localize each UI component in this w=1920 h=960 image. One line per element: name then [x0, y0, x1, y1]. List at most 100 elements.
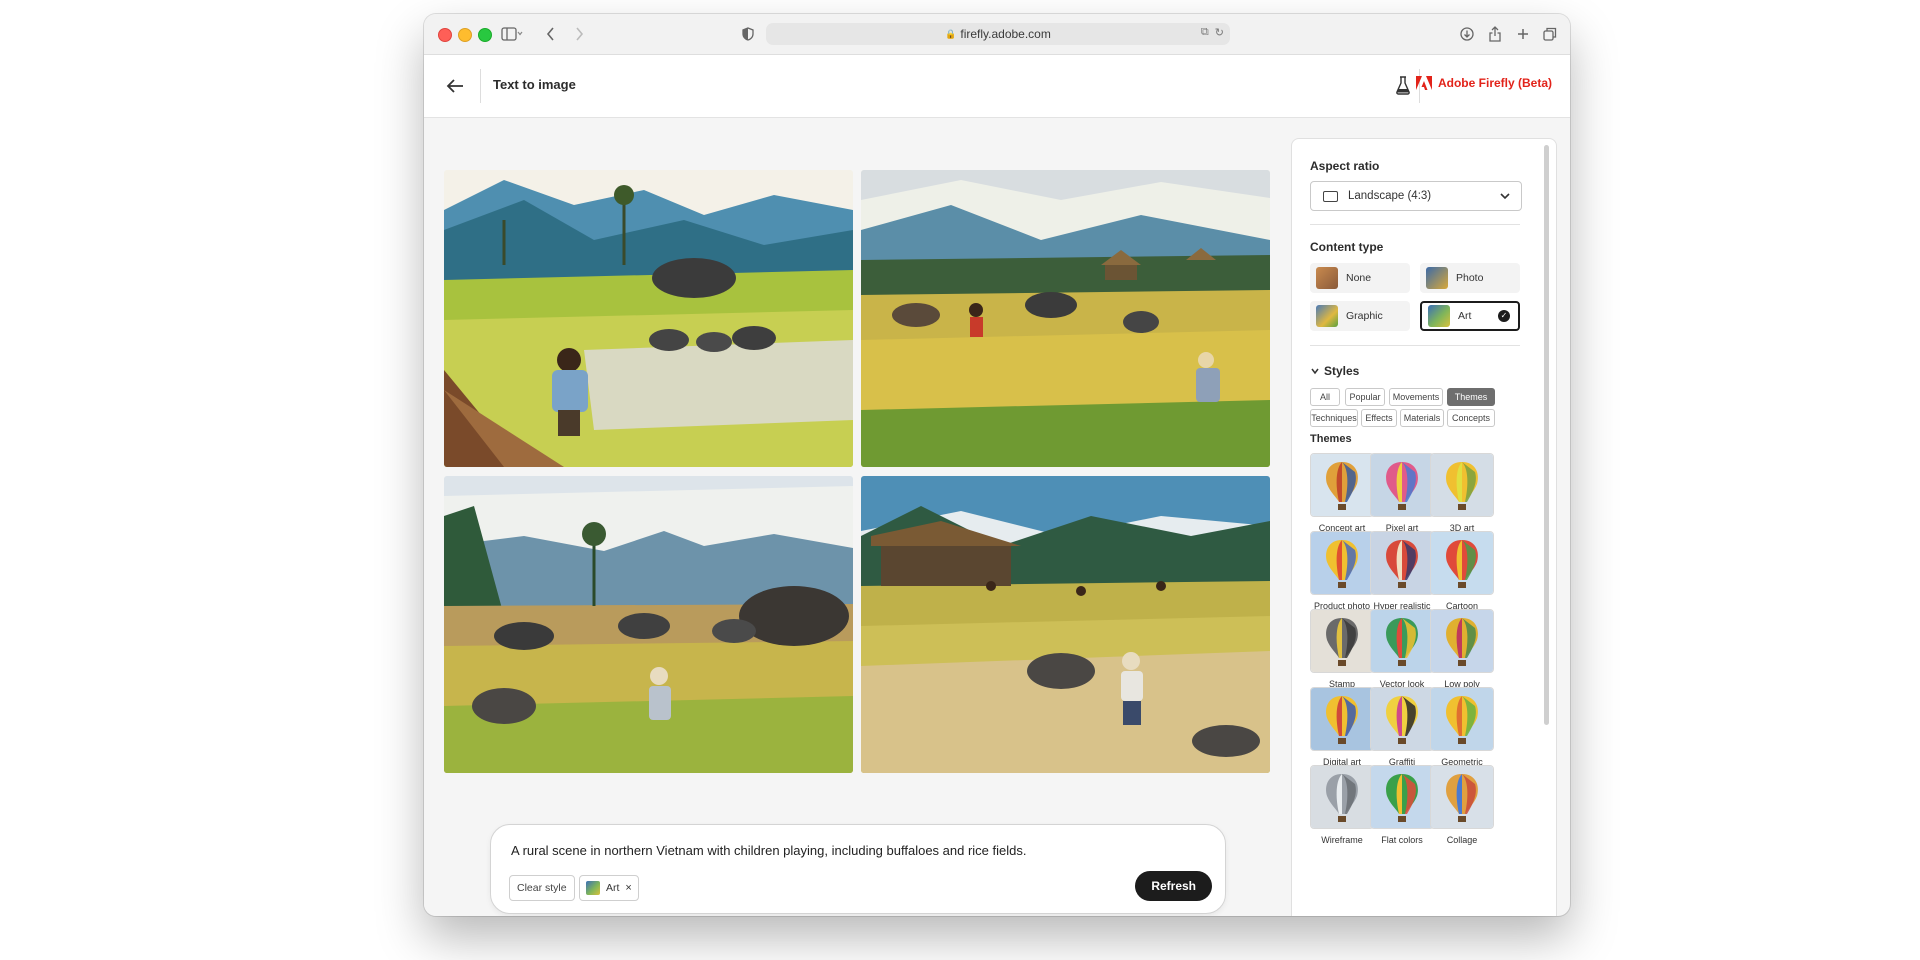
lock-icon: 🔒: [945, 28, 957, 39]
adobe-firefly-brand[interactable]: Adobe Firefly (Beta): [1415, 76, 1552, 90]
graphic-thumbnail: [1316, 305, 1338, 327]
style-filter-all[interactable]: All: [1310, 388, 1340, 406]
theme-card-pixel-art[interactable]: Pixel art: [1370, 453, 1434, 533]
clear-style-button[interactable]: Clear style: [509, 875, 575, 901]
minimize-window-button[interactable]: [458, 28, 472, 42]
forward-nav-icon[interactable]: [570, 22, 588, 46]
remove-chip-icon[interactable]: ×: [625, 882, 631, 894]
zoom-window-button[interactable]: [478, 28, 492, 42]
divider: [1310, 224, 1520, 225]
theme-card-hyper-realistic[interactable]: Hyper realistic: [1370, 531, 1434, 611]
page-title: Text to image: [493, 77, 576, 92]
app-header: Text to image Adobe Firefly (Beta): [424, 55, 1570, 118]
content-type-label-text: None: [1346, 272, 1372, 284]
theme-card-product-photo[interactable]: Product photo: [1310, 531, 1374, 611]
browser-toolbar: 🔒 firefly.adobe.com ⧉ ↻: [424, 14, 1570, 55]
photo-thumbnail: [1426, 267, 1448, 289]
theme-card-vector-look[interactable]: Vector look: [1370, 609, 1434, 689]
aspect-ratio-label: Aspect ratio: [1310, 159, 1380, 173]
tabs-overview-icon[interactable]: [1540, 22, 1560, 46]
style-chip-art[interactable]: Art ×: [579, 875, 639, 901]
address-bar[interactable]: 🔒 firefly.adobe.com ⧉ ↻: [766, 23, 1230, 45]
browser-window: 🔒 firefly.adobe.com ⧉ ↻ Text to image Ad…: [424, 14, 1570, 916]
content-type-label: Content type: [1310, 240, 1384, 254]
balloon-thumbnail: [1430, 453, 1494, 517]
style-filter-techniques[interactable]: Techniques: [1310, 409, 1358, 427]
art-thumbnail: [1428, 305, 1450, 327]
none-thumbnail: [1316, 267, 1338, 289]
refresh-button[interactable]: Refresh: [1135, 871, 1212, 901]
balloon-thumbnail: [1310, 531, 1374, 595]
content-type-graphic[interactable]: Graphic: [1310, 301, 1410, 331]
themes-label: Themes: [1310, 433, 1352, 445]
content-type-label-text: Photo: [1456, 272, 1484, 284]
theme-card-flat-colors[interactable]: Flat colors: [1370, 765, 1434, 845]
divider: [1310, 345, 1520, 346]
header-divider: [480, 69, 481, 103]
balloon-thumbnail: [1310, 453, 1374, 517]
theme-card-digital-art[interactable]: Digital art: [1310, 687, 1374, 767]
style-filter-effects[interactable]: Effects: [1361, 409, 1397, 427]
balloon-thumbnail: [1310, 765, 1374, 829]
balloon-thumbnail: [1310, 687, 1374, 751]
adobe-logo-icon: [1415, 76, 1432, 90]
theme-card-collage[interactable]: Collage: [1430, 765, 1494, 845]
content-type-art[interactable]: Art ✓: [1420, 301, 1520, 331]
new-tab-icon[interactable]: [1514, 22, 1532, 46]
prompt-input[interactable]: A rural scene in northern Vietnam with c…: [511, 843, 1027, 858]
styles-label: Styles: [1324, 364, 1360, 378]
art-thumbnail: [586, 881, 600, 895]
theme-label: Wireframe: [1321, 835, 1363, 845]
theme-card-concept-art[interactable]: Concept art: [1310, 453, 1374, 533]
reload-icon[interactable]: ↻: [1215, 26, 1224, 39]
download-icon[interactable]: [1458, 22, 1476, 46]
balloon-thumbnail: [1370, 609, 1434, 673]
balloon-thumbnail: [1430, 609, 1494, 673]
sidebar-icon[interactable]: [498, 22, 526, 46]
translate-icon[interactable]: ⧉: [1201, 26, 1209, 39]
theme-card-graffiti[interactable]: Graffiti: [1370, 687, 1434, 767]
brand-label: Adobe Firefly (Beta): [1437, 76, 1552, 90]
theme-card-stamp[interactable]: Stamp: [1310, 609, 1374, 689]
address-url: firefly.adobe.com: [960, 27, 1051, 41]
theme-card-wireframe[interactable]: Wireframe: [1310, 765, 1374, 845]
chevron-down-icon: [1500, 193, 1510, 200]
style-filter-movements[interactable]: Movements: [1389, 388, 1443, 406]
style-filter-materials[interactable]: Materials: [1400, 409, 1444, 427]
style-filter-popular[interactable]: Popular: [1345, 388, 1385, 406]
generated-image-4[interactable]: [861, 476, 1270, 773]
theme-card-low-poly[interactable]: Low poly: [1430, 609, 1494, 689]
theme-card-cartoon[interactable]: Cartoon: [1430, 531, 1494, 611]
balloon-thumbnail: [1370, 765, 1434, 829]
prompt-box[interactable]: A rural scene in northern Vietnam with c…: [490, 824, 1226, 914]
content-type-none[interactable]: None: [1310, 263, 1410, 293]
balloon-thumbnail: [1370, 531, 1434, 595]
content-type-label-text: Art: [1458, 310, 1472, 322]
beaker-icon[interactable]: [1394, 75, 1412, 95]
balloon-thumbnail: [1310, 609, 1374, 673]
back-nav-icon[interactable]: [542, 22, 560, 46]
aspect-ratio-dropdown[interactable]: Landscape (4:3): [1310, 181, 1522, 211]
back-arrow-icon[interactable]: [444, 75, 466, 97]
style-chip-label: Art: [606, 882, 620, 894]
theme-card-3d-art[interactable]: 3D art: [1430, 453, 1494, 533]
shield-icon[interactable]: [740, 22, 756, 46]
content-type-label-text: Graphic: [1346, 310, 1383, 322]
generated-image-2[interactable]: [861, 170, 1270, 467]
share-icon[interactable]: [1486, 22, 1504, 46]
style-filter-concepts[interactable]: Concepts: [1447, 409, 1495, 427]
balloon-thumbnail: [1430, 765, 1494, 829]
theme-card-geometric[interactable]: Geometric: [1430, 687, 1494, 767]
close-window-button[interactable]: [438, 28, 452, 42]
main-canvas: A rural scene in northern Vietnam with c…: [424, 118, 1284, 916]
generated-image-1[interactable]: [444, 170, 853, 467]
theme-label: Flat colors: [1381, 835, 1423, 845]
content-type-photo[interactable]: Photo: [1420, 263, 1520, 293]
generated-image-3[interactable]: [444, 476, 853, 773]
style-filter-themes[interactable]: Themes: [1447, 388, 1495, 406]
theme-label: Collage: [1446, 835, 1478, 845]
balloon-thumbnail: [1430, 531, 1494, 595]
styles-toggle[interactable]: Styles: [1310, 364, 1359, 378]
chevron-down-icon: [1311, 368, 1319, 375]
panel-scrollbar[interactable]: [1544, 145, 1549, 725]
